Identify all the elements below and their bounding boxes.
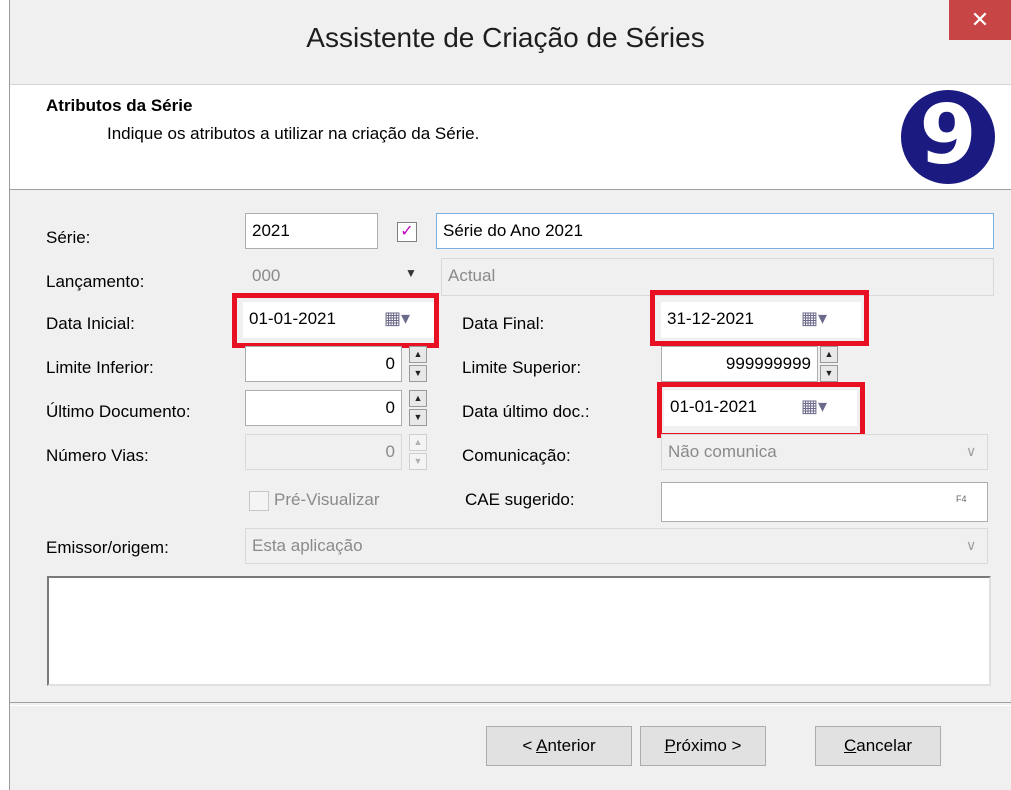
ultimo-documento-spinner[interactable]: ▲ ▼ bbox=[409, 390, 427, 426]
limite-inferior-label: Limite Inferior: bbox=[46, 358, 154, 377]
ultimo-documento-input[interactable]: 0 bbox=[245, 390, 402, 426]
pre-visualizar-label: Pré-Visualizar bbox=[274, 490, 380, 509]
numero-vias-input[interactable]: 0 bbox=[245, 434, 402, 470]
proximo-button[interactable]: Próximo > bbox=[640, 726, 766, 766]
comunicacao-label: Comunicação: bbox=[462, 446, 571, 465]
f4-lookup-icon[interactable]: F4 bbox=[956, 494, 967, 504]
highlight-box bbox=[232, 293, 439, 348]
spin-up-icon[interactable]: ▲ bbox=[409, 390, 427, 407]
lancamento-label: Lançamento: bbox=[46, 272, 145, 291]
data-final-label: Data Final: bbox=[462, 314, 545, 333]
emissor-select[interactable]: Esta aplicação bbox=[245, 528, 988, 564]
numero-vias-spinner[interactable]: ▲ ▼ bbox=[409, 434, 427, 470]
page-subtitle: Indique os atributos a utilizar na criaç… bbox=[107, 124, 480, 143]
spin-down-icon[interactable]: ▼ bbox=[409, 409, 427, 426]
serie-input[interactable]: 2021 bbox=[245, 213, 378, 249]
spin-down-icon[interactable]: ▼ bbox=[820, 365, 838, 382]
lancamento-dropdown-icon[interactable]: ▼ bbox=[405, 266, 417, 280]
limite-inferior-input[interactable]: 0 bbox=[245, 346, 402, 382]
numero-vias-label: Número Vias: bbox=[46, 446, 149, 465]
limite-superior-label: Limite Superior: bbox=[462, 358, 582, 377]
spin-down-icon[interactable]: ▼ bbox=[409, 453, 427, 470]
close-button[interactable]: ✕ bbox=[949, 0, 1011, 40]
cancelar-button[interactable]: Cancelar bbox=[815, 726, 941, 766]
limite-inferior-spinner[interactable]: ▲ ▼ bbox=[409, 346, 427, 382]
app-logo: 9 bbox=[901, 90, 995, 184]
serie-description-input[interactable]: Série do Ano 2021 bbox=[436, 213, 994, 249]
serie-label: Série: bbox=[46, 228, 91, 247]
highlight-box bbox=[650, 290, 869, 346]
notes-memo[interactable] bbox=[47, 576, 991, 686]
comunicacao-select[interactable]: Não comunica bbox=[661, 434, 988, 470]
data-ultimo-doc-label: Data último doc.: bbox=[462, 402, 590, 421]
footer-separator bbox=[10, 702, 1011, 706]
emissor-label: Emissor/origem: bbox=[46, 538, 169, 557]
chevron-down-icon[interactable]: ∨ bbox=[966, 537, 976, 554]
highlight-box bbox=[657, 382, 865, 438]
serie-checkbox[interactable]: ✓ bbox=[397, 222, 417, 242]
spin-up-icon[interactable]: ▲ bbox=[820, 346, 838, 363]
spin-up-icon[interactable]: ▲ bbox=[409, 346, 427, 363]
data-inicial-label: Data Inicial: bbox=[46, 314, 135, 333]
limite-superior-input[interactable]: 999999999 bbox=[661, 346, 818, 382]
close-icon: ✕ bbox=[970, 7, 990, 32]
cae-sugerido-label: CAE sugerido: bbox=[465, 490, 575, 509]
chevron-down-icon[interactable]: ∨ bbox=[966, 443, 976, 460]
limite-superior-spinner[interactable]: ▲ ▼ bbox=[820, 346, 838, 382]
ultimo-documento-label: Último Documento: bbox=[46, 402, 191, 421]
window-title: Assistente de Criação de Séries bbox=[306, 22, 705, 53]
spin-up-icon[interactable]: ▲ bbox=[409, 434, 427, 451]
anterior-button[interactable]: < Anterior bbox=[486, 726, 632, 766]
pre-visualizar-checkbox[interactable] bbox=[249, 491, 269, 511]
page-title: Atributos da Série bbox=[46, 96, 193, 115]
spin-down-icon[interactable]: ▼ bbox=[409, 365, 427, 382]
cae-sugerido-input[interactable] bbox=[661, 482, 988, 522]
